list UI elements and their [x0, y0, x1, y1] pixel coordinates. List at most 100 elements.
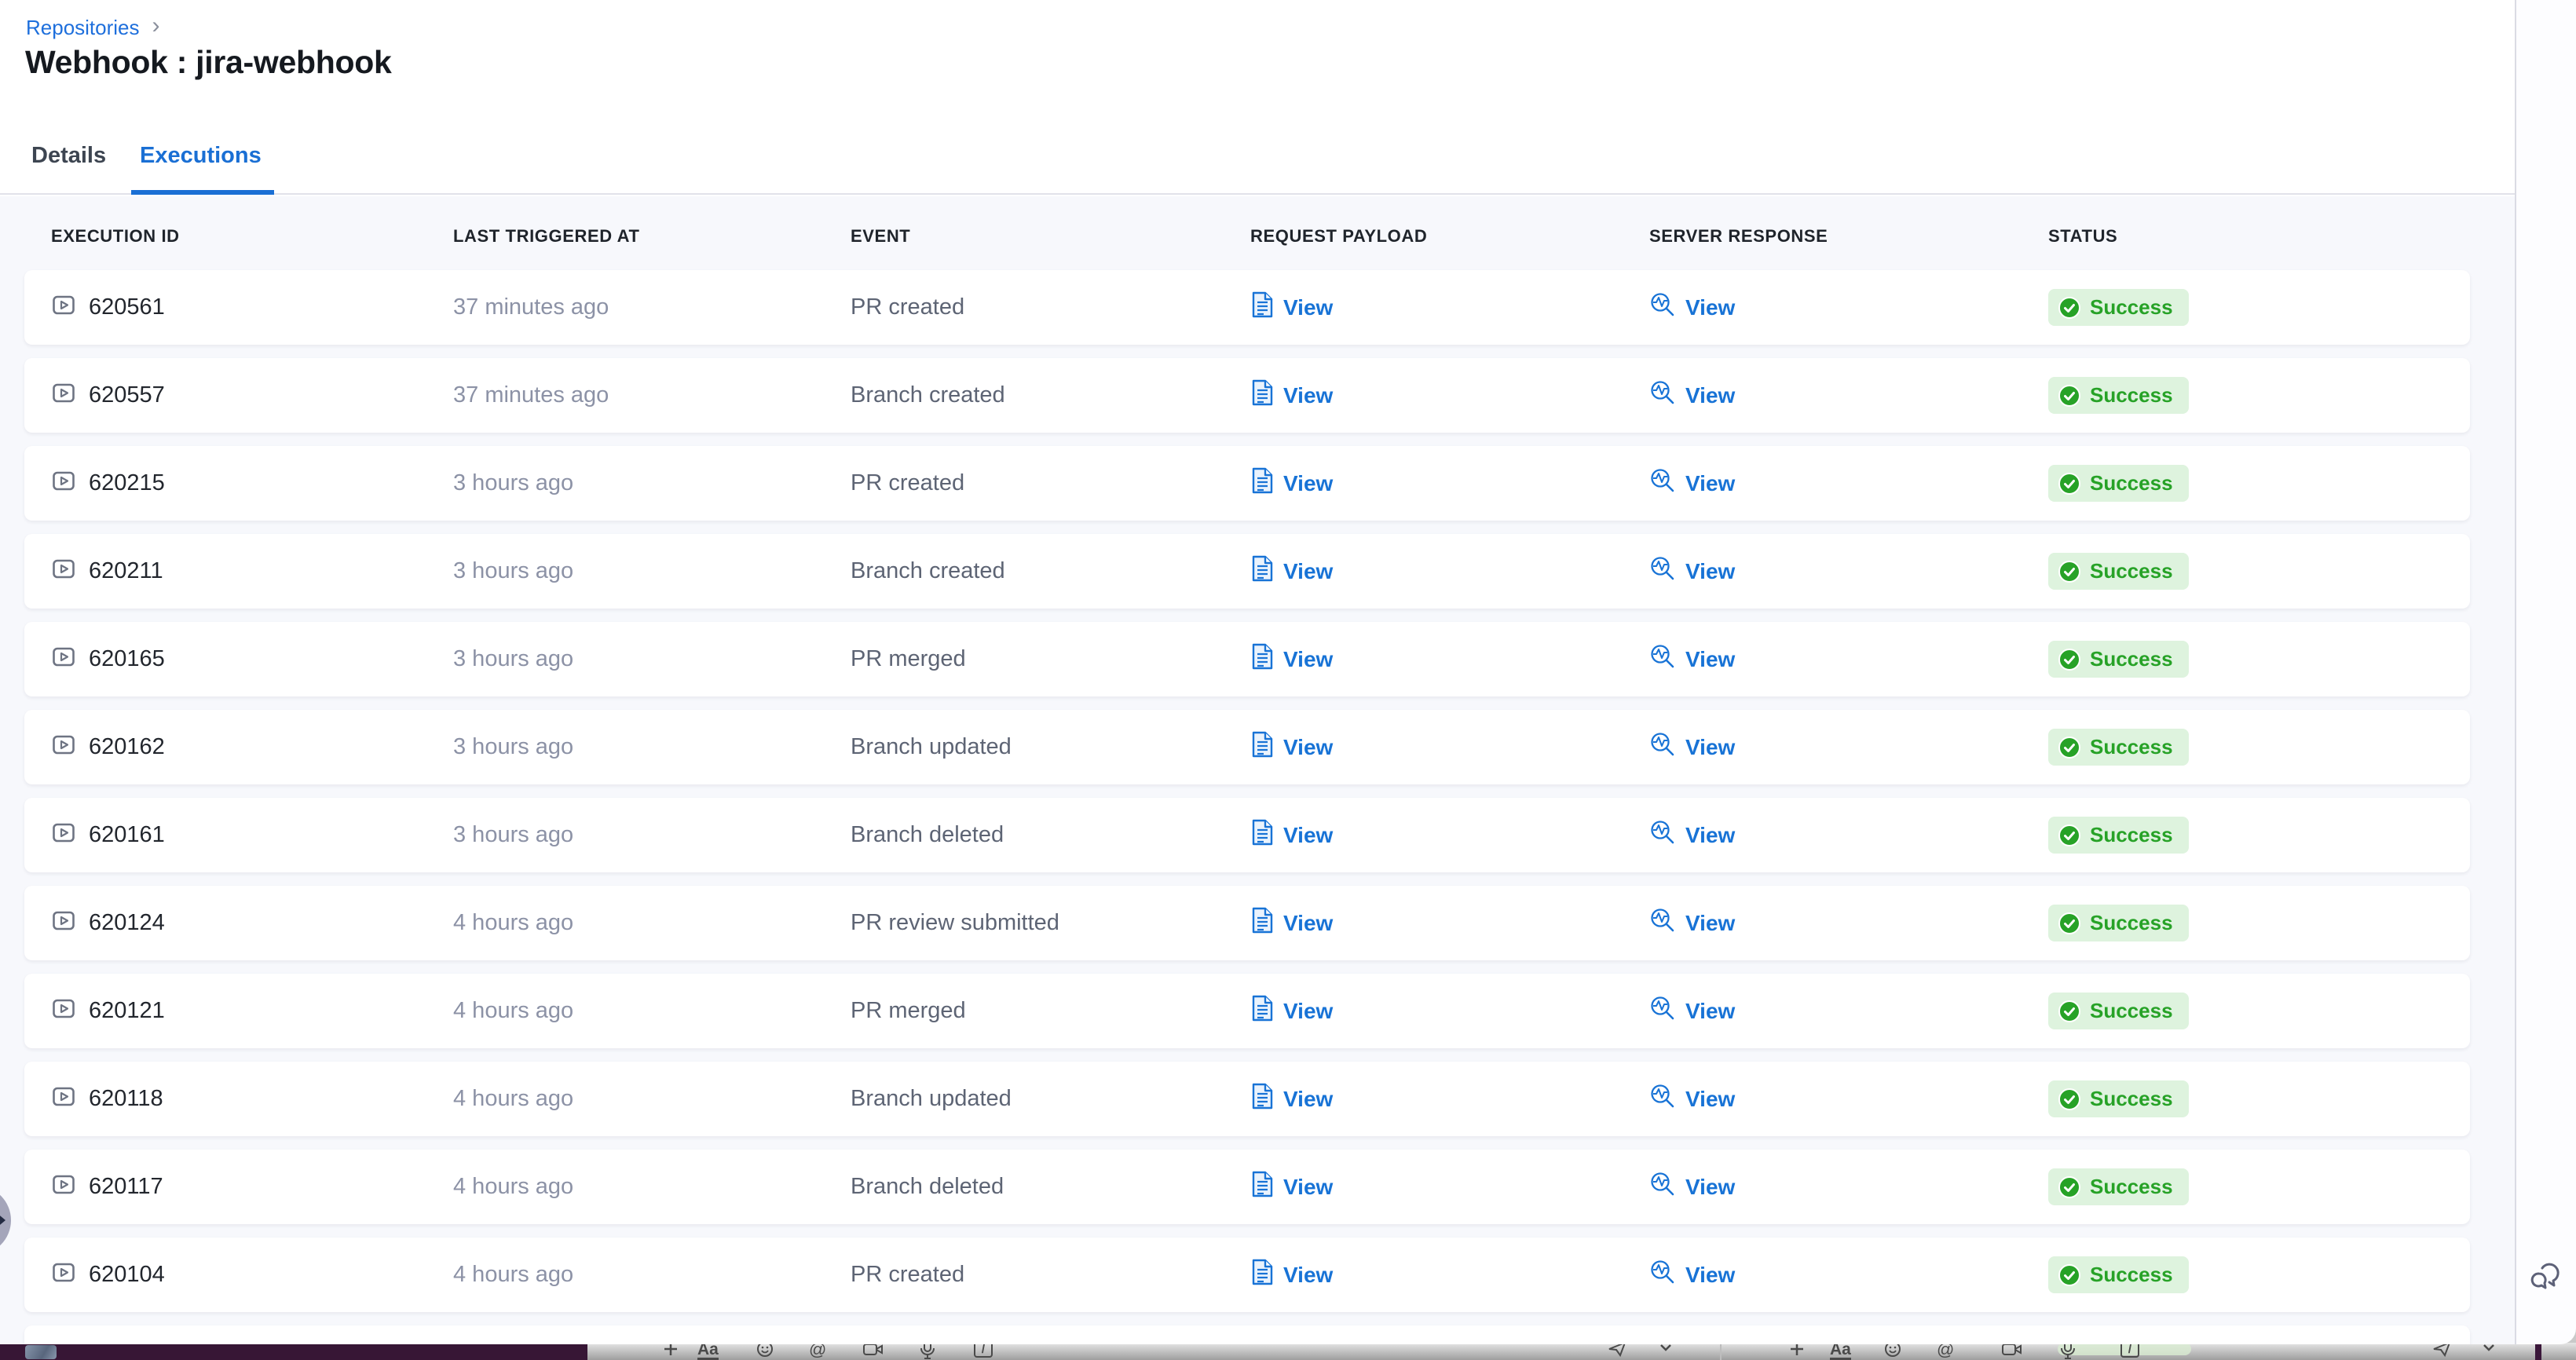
document-icon	[1250, 1258, 1274, 1292]
view-link-label: View	[1283, 559, 1333, 584]
server-response-view-link[interactable]: View	[1649, 555, 1735, 587]
execution-row: 620161 3 hours ago Branch deleted View	[24, 798, 2470, 872]
view-link-label: View	[1283, 383, 1333, 408]
server-response-view-link[interactable]: View	[1649, 995, 1735, 1027]
view-link-label: View	[1283, 735, 1333, 760]
pulse-search-icon	[1649, 731, 1676, 763]
check-circle-icon	[2058, 560, 2081, 583]
request-payload-view-link[interactable]: View	[1250, 1082, 1333, 1116]
check-circle-icon	[2058, 912, 2081, 935]
last-triggered-at: 4 hours ago	[453, 1086, 851, 1112]
request-payload-view-link[interactable]: View	[1250, 906, 1333, 940]
server-response-view-link[interactable]: View	[1649, 643, 1735, 675]
tab-executions[interactable]: Executions	[140, 143, 262, 169]
request-payload-view-link[interactable]: View	[1250, 378, 1333, 412]
execution-icon	[51, 1259, 76, 1291]
document-icon	[1250, 818, 1274, 852]
view-link-label: View	[1685, 999, 1735, 1024]
execution-id: 620118	[89, 1086, 163, 1112]
executions-table: EXECUTION ID LAST TRIGGERED AT EVENT REQ…	[0, 196, 2515, 1344]
execution-id: 620124	[89, 910, 165, 936]
server-response-view-link[interactable]: View	[1649, 731, 1735, 763]
execution-row: 620215 3 hours ago PR created View	[24, 446, 2470, 521]
chat-bubbles-icon[interactable]	[2530, 1256, 2565, 1291]
request-payload-view-link[interactable]: View	[1250, 642, 1333, 676]
view-link-label: View	[1685, 1087, 1735, 1112]
request-payload-view-link[interactable]: View	[1250, 994, 1333, 1028]
server-response-view-link[interactable]: View	[1649, 291, 1735, 324]
event-type: PR merged	[851, 998, 1250, 1024]
column-header-server-response: SERVER RESPONSE	[1649, 226, 2048, 247]
execution-row: 620557 37 minutes ago Branch created Vie…	[24, 358, 2470, 433]
document-icon	[1250, 554, 1274, 588]
event-type: Branch deleted	[851, 822, 1250, 848]
check-circle-icon	[2058, 824, 2081, 847]
server-response-view-link[interactable]: View	[1649, 1083, 1735, 1115]
last-triggered-at: 37 minutes ago	[453, 294, 851, 320]
request-payload-view-link[interactable]: View	[1250, 818, 1333, 852]
event-type: PR created	[851, 1262, 1250, 1288]
pulse-search-icon	[1649, 291, 1676, 324]
view-link-label: View	[1283, 999, 1333, 1024]
document-icon	[1250, 378, 1274, 412]
status-badge: Success	[2048, 465, 2189, 502]
status-badge: Success	[2048, 553, 2189, 590]
view-link-label: View	[1685, 1175, 1735, 1200]
last-triggered-at: 3 hours ago	[453, 470, 851, 496]
view-link-label: View	[1283, 1087, 1333, 1112]
status-badge: Success	[2048, 905, 2189, 941]
toolbar-divider	[1720, 1343, 1722, 1360]
column-header-event: EVENT	[851, 226, 1250, 247]
server-response-view-link[interactable]: View	[1649, 1259, 1735, 1291]
execution-icon	[51, 556, 76, 587]
status-label: Success	[2090, 471, 2173, 495]
request-payload-view-link[interactable]: View	[1250, 1258, 1333, 1292]
status-badge: Success	[2048, 641, 2189, 678]
execution-icon	[51, 1172, 76, 1203]
execution-icon	[51, 908, 76, 939]
view-link-label: View	[1283, 823, 1333, 848]
event-type: Branch updated	[851, 734, 1250, 760]
last-triggered-at: 4 hours ago	[453, 910, 851, 936]
slack-window-edge	[2535, 1343, 2541, 1360]
execution-id: 620211	[89, 558, 163, 584]
request-payload-view-link[interactable]: View	[1250, 466, 1333, 500]
last-triggered-at: 3 hours ago	[453, 558, 851, 584]
server-response-view-link[interactable]: View	[1649, 467, 1735, 499]
view-link-label: View	[1283, 1263, 1333, 1288]
event-type: PR created	[851, 470, 1250, 496]
last-triggered-at: 3 hours ago	[453, 822, 851, 848]
execution-id: 620104	[89, 1262, 165, 1288]
view-link-label: View	[1685, 471, 1735, 496]
execution-row: 620561 37 minutes ago PR created View	[24, 270, 2470, 345]
document-icon	[1250, 730, 1274, 764]
execution-row: 620117 4 hours ago Branch deleted View	[24, 1150, 2470, 1224]
server-response-view-link[interactable]: View	[1649, 379, 1735, 411]
right-side-panel	[2515, 0, 2576, 1344]
status-label: Success	[2090, 1175, 2173, 1199]
execution-row: 620165 3 hours ago PR merged View	[24, 622, 2470, 696]
column-header-status: STATUS	[2048, 226, 2515, 247]
status-badge: Success	[2048, 1080, 2189, 1117]
webhook-page: Repositories › Webhook : jira-webhook De…	[0, 0, 2515, 1344]
page-title: Webhook : jira-webhook	[25, 44, 391, 81]
event-type: Branch deleted	[851, 1174, 1250, 1200]
request-payload-view-link[interactable]: View	[1250, 291, 1333, 324]
check-circle-icon	[2058, 648, 2081, 671]
status-label: Success	[2090, 911, 2173, 935]
request-payload-view-link[interactable]: View	[1250, 730, 1333, 764]
tab-details[interactable]: Details	[31, 143, 106, 169]
execution-id: 620117	[89, 1174, 163, 1200]
breadcrumb-repositories-link[interactable]: Repositories	[26, 16, 140, 40]
pulse-search-icon	[1649, 819, 1676, 851]
status-badge: Success	[2048, 377, 2189, 414]
request-payload-view-link[interactable]: View	[1250, 554, 1333, 588]
status-badge: Success	[2048, 289, 2189, 326]
server-response-view-link[interactable]: View	[1649, 819, 1735, 851]
server-response-view-link[interactable]: View	[1649, 907, 1735, 939]
server-response-view-link[interactable]: View	[1649, 1171, 1735, 1203]
request-payload-view-link[interactable]: View	[1250, 1170, 1333, 1204]
pulse-search-icon	[1649, 643, 1676, 675]
last-triggered-at: 3 hours ago	[453, 734, 851, 760]
document-icon	[1250, 1082, 1274, 1116]
